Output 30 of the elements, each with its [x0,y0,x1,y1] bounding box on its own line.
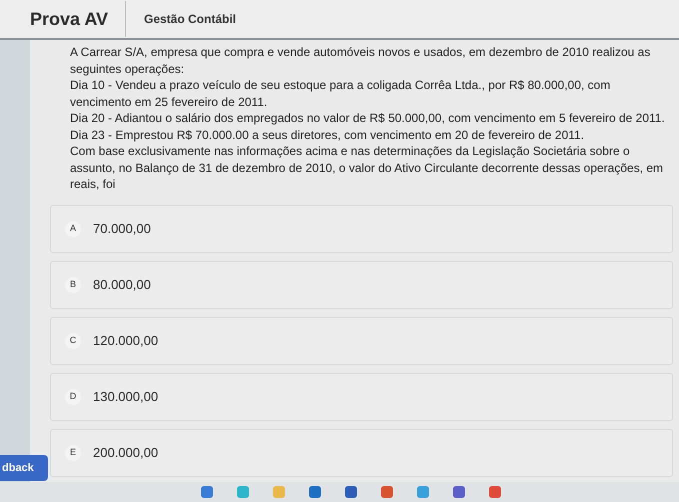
question-text: Dia 20 - Adiantou o salário dos empregados no valor de R$ 50.000,00, com vencimento em 5 fevereiro de 2011. [70,110,666,126]
option-text: 80.000,00 [93,276,151,294]
app-icon[interactable] [488,485,502,499]
option-letter: C [65,332,81,348]
app-icon[interactable] [380,485,394,499]
option-text: 120.000,00 [93,332,158,350]
option-letter: E [65,444,81,460]
option-letter: B [65,276,81,292]
answer-option[interactable]: D 130.000,00 [50,372,673,420]
answer-option[interactable]: C 120.000,00 [50,316,673,364]
answer-option[interactable]: B 80.000,00 [50,260,673,308]
option-letter: D [65,388,81,404]
app-icon[interactable] [200,485,214,499]
option-text: 200.000,00 [93,444,158,462]
app-icon[interactable] [308,485,322,499]
option-text: 70.000,00 [93,220,151,238]
option-text: 130.000,00 [93,388,158,406]
app-icon[interactable] [416,485,430,499]
answer-option[interactable]: A 70.000,00 [50,204,673,252]
question-text: Dia 23 - Emprestou R$ 70.000.00 a seus diretores, com vencimento em 20 de fevereiro de 2011. [70,126,586,143]
question-text: A Carrear S/A, empresa que compra e vende automóveis novos e usados, em dezembro de 2010 realizou as seguintes operações: [70,44,652,77]
exam-title: Prova AV [30,8,110,30]
option-letter: A [65,220,81,236]
app-icon[interactable] [344,485,358,499]
question-text: Com base exclusivamente nas informações acima e nas determinações da Legislação Societária sobre o assunto, no Balanço de 31 de dezembro de 2010, o valor do Ativo Circulante decorrente dessas operações, em reais, foi [70,143,664,192]
app-icon[interactable] [452,485,466,499]
question-text: Dia 10 - Vendeu a prazo veículo de seu estoque para a coligada Corrêa Ltda., por R$ 80.000,00, com vencimento em 25 fevereiro de 2011. [70,77,612,110]
answer-option[interactable]: E 200.000,00 [50,428,673,476]
feedback-button[interactable]: dback [0,455,48,481]
subject-title: Gestão Contábil [144,11,236,28]
